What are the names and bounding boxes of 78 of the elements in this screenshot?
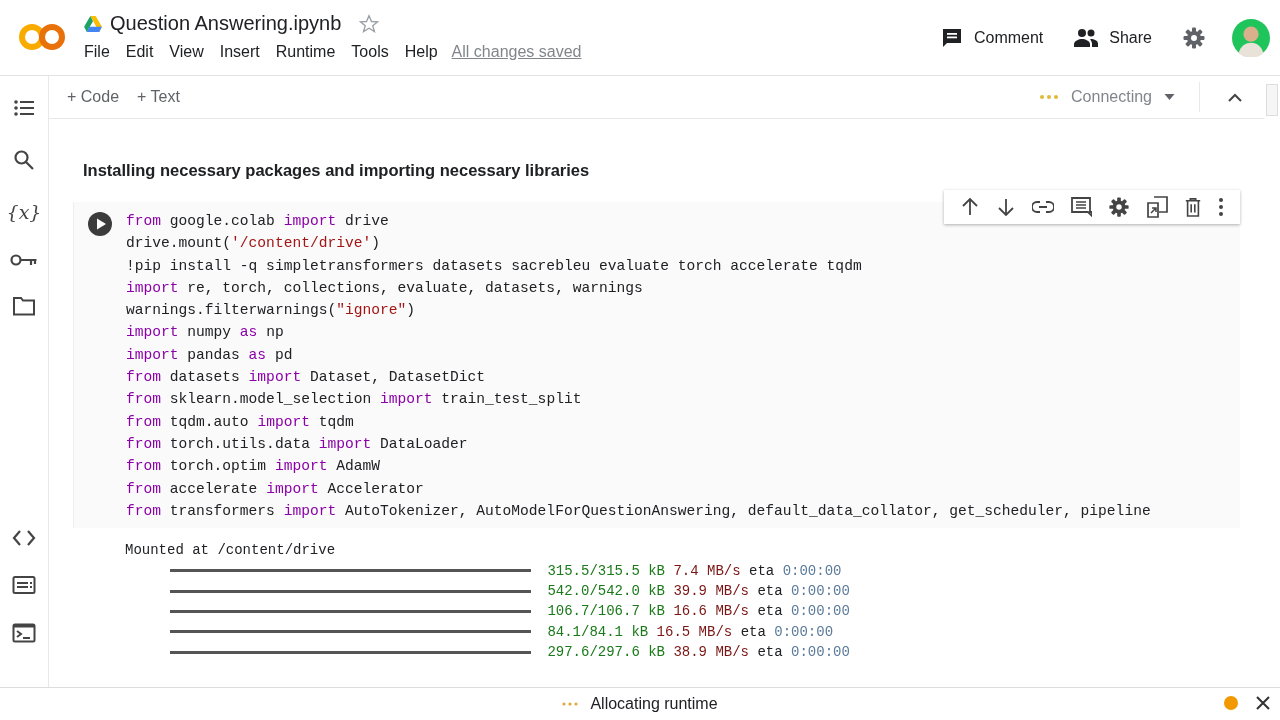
code-line: import pandas as pd — [126, 345, 294, 365]
close-icon[interactable] — [1256, 696, 1270, 710]
section-heading: Installing necessary packages and importing necessary libraries — [83, 161, 591, 180]
menu-item[interactable]: View — [161, 43, 212, 61]
output-text: Mounted at /content/drive — [125, 541, 337, 561]
eta-time: 0:00:00 — [782, 561, 842, 581]
download-speed: 39.9 MB/s — [673, 581, 750, 601]
status-message: Allocating runtime — [590, 695, 718, 713]
menu-item[interactable]: Tools — [343, 43, 397, 61]
run-cell-button[interactable] — [88, 212, 112, 236]
code-line: warnings.filterwarnings("ignore") — [126, 301, 416, 321]
download-size: 106.7/106.7 kB — [547, 602, 665, 622]
code-line: import numpy as np — [126, 323, 285, 343]
collapse-icon[interactable] — [1228, 92, 1242, 102]
code-icon[interactable] — [12, 529, 36, 547]
eta-label: eta — [757, 581, 783, 601]
code-line: from sklearn.model_selection import train_test_split — [126, 390, 583, 410]
menu-item[interactable]: Runtime — [267, 43, 344, 61]
code-line: from transformers import AutoTokenizer, AutoModelForQuestionAnswering, default_data_collator, get_scheduler, pipeline — [126, 501, 1151, 521]
download-size: 84.1/84.1 kB — [547, 622, 649, 642]
add-cell-button[interactable]: + Text — [131, 84, 186, 110]
code-line: from torch.optim import AdamW — [126, 457, 381, 477]
eta-label: eta — [749, 561, 775, 581]
status-dot — [1224, 696, 1238, 710]
star-icon[interactable] — [359, 13, 380, 34]
notebook-title[interactable]: Question Answering.ipynb — [110, 12, 342, 35]
logo-icon[interactable] — [18, 22, 66, 52]
runtime-status-button[interactable]: Connecting — [1071, 88, 1152, 106]
link-icon[interactable] — [1032, 201, 1054, 213]
command-palette-icon[interactable] — [12, 575, 36, 595]
menu-item[interactable]: Help — [396, 43, 446, 61]
download-speed: 38.9 MB/s — [673, 643, 750, 663]
code-line: from torch.utils.data import DataLoader — [126, 434, 469, 454]
menu-item[interactable]: Insert — [211, 43, 268, 61]
loading-dots-icon — [562, 702, 579, 706]
search-icon[interactable] — [12, 148, 36, 172]
eta-label: eta — [757, 643, 783, 663]
drive-icon — [84, 15, 102, 32]
terminal-icon[interactable] — [12, 623, 36, 643]
download-size: 542.0/542.0 kB — [547, 581, 665, 601]
code-line: drive.mount('/content/drive') — [126, 234, 381, 254]
folder-icon[interactable] — [12, 296, 36, 316]
save-status-link[interactable]: All changes saved — [451, 43, 582, 61]
variables-icon[interactable]: {x} — [6, 200, 42, 224]
menu-item[interactable]: Edit — [117, 43, 162, 61]
code-line: import re, torch, collections, evaluate, datasets, warnings — [126, 278, 644, 298]
code-line: from datasets import Dataset, DatasetDict — [126, 368, 487, 388]
loading-dots-icon — [1039, 94, 1060, 100]
download-size: 315.5/315.5 kB — [547, 561, 665, 581]
eta-label: eta — [740, 622, 766, 642]
download-size: 297.6/297.6 kB — [547, 643, 665, 663]
add-cell-button[interactable]: + Code — [61, 84, 126, 110]
share-button[interactable]: Share — [1069, 24, 1156, 52]
move-up-icon[interactable] — [960, 197, 980, 217]
download-speed: 16.6 MB/s — [673, 602, 750, 622]
menu-item[interactable]: File — [84, 43, 118, 61]
eta-time: 0:00:00 — [791, 602, 850, 622]
code-line: from accelerate import Accelerator — [126, 479, 425, 499]
move-down-icon[interactable] — [996, 197, 1016, 217]
dropdown-caret-icon[interactable] — [1164, 94, 1175, 100]
code-line: from tqdm.auto import tqdm — [126, 412, 355, 432]
key-icon[interactable] — [10, 252, 38, 268]
eta-time: 0:00:00 — [791, 643, 850, 663]
comment-icon[interactable] — [1070, 196, 1092, 218]
eta-time: 0:00:00 — [774, 622, 834, 642]
more-options-icon[interactable] — [1218, 197, 1224, 217]
delete-icon[interactable] — [1184, 197, 1202, 217]
comment-button[interactable]: Comment — [935, 22, 1048, 54]
eta-time: 0:00:00 — [791, 581, 850, 601]
eta-label: eta — [757, 602, 783, 622]
mirror-cell-icon[interactable] — [1146, 196, 1168, 218]
download-speed: 7.4 MB/s — [673, 561, 741, 581]
code-line: !pip install -q simpletransformers datasets sacrebleu evaluate torch accelerate tqdm — [126, 256, 863, 276]
settings-icon[interactable] — [1182, 26, 1206, 50]
code-line: from google.colab import drive — [126, 212, 390, 231]
download-speed: 16.5 MB/s — [656, 622, 733, 642]
people-icon — [1073, 28, 1100, 48]
scrollbar-thumb[interactable] — [1266, 84, 1278, 116]
